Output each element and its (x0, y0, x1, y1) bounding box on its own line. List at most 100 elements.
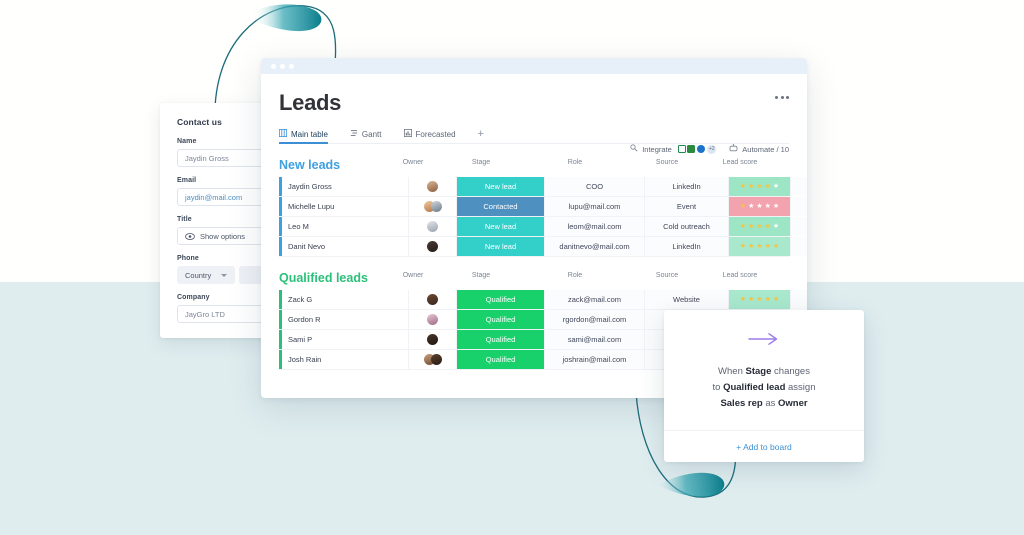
row-role: COO (545, 177, 645, 196)
table-icon (278, 128, 288, 139)
row-name: Sami P (279, 330, 409, 349)
chart-icon (403, 128, 412, 139)
row-stage[interactable]: Qualified (457, 290, 545, 309)
row-name: Leo M (279, 217, 409, 236)
integrate-icon (630, 144, 638, 154)
automation-card-body: When Stage changes to Qualified lead ass… (664, 310, 864, 430)
country-select[interactable]: Country (177, 266, 235, 284)
star-rating: ★ ★ ★ ★ ★ (729, 290, 790, 309)
country-select-value: Country (185, 270, 212, 280)
table-row[interactable]: Danit Nevo New lead danitnevo@mail.com L… (279, 237, 807, 257)
row-owner[interactable] (409, 177, 457, 196)
automation-line-3: Sales rep as Owner (713, 396, 816, 412)
chevron-down-icon (220, 273, 227, 277)
row-stage[interactable]: Qualified (457, 310, 545, 329)
screenshot-root: Contact us Name Jaydin Gross Email jaydi… (0, 0, 1024, 535)
row-stage[interactable]: Qualified (457, 330, 545, 349)
row-stage[interactable]: Qualified (457, 350, 545, 369)
row-role: danitnevo@mail.com (545, 237, 645, 256)
column-header-stage: Stage (471, 272, 491, 279)
row-owner[interactable] (409, 197, 457, 216)
table-row[interactable]: Michelle Lupu Contacted lupu@mail.com Ev… (279, 197, 807, 217)
row-lead-score[interactable]: ★ ★ ★ ★ ★ (729, 197, 791, 216)
star-rating: ★ ★ ★ ★ ★ (729, 237, 790, 256)
add-to-board-button[interactable]: + Add to board (664, 430, 864, 462)
row-lead-score[interactable]: ★ ★ ★ ★ ★ (729, 290, 791, 309)
row-owner[interactable] (409, 290, 457, 309)
row-role: rgordon@mail.com (545, 310, 645, 329)
column-header-lead-score: Lead score (722, 272, 758, 279)
window-dot-minimize[interactable] (280, 63, 285, 69)
row-stage[interactable]: New lead (457, 177, 545, 196)
row-lead-score[interactable]: ★ ★ ★ ★ ★ (729, 217, 791, 236)
automation-line2-bold: Qualified lead (723, 382, 786, 394)
automation-recipe-text: When Stage changes to Qualified lead ass… (713, 364, 816, 411)
column-header-source: Source (655, 159, 679, 166)
more-dot (780, 96, 784, 99)
row-stage[interactable]: New lead (457, 217, 545, 236)
row-role: joshrain@mail.com (545, 350, 645, 369)
row-owner[interactable] (409, 330, 457, 349)
row-source: LinkedIn (645, 177, 729, 196)
stage-pill: Contacted (457, 197, 544, 216)
tab-forecasted-label: Forecasted (415, 129, 456, 139)
window-titlebar (261, 58, 807, 74)
row-owner[interactable] (409, 350, 457, 369)
eye-icon (185, 232, 195, 240)
star-rating: ★ ★ ★ ★ ★ (729, 197, 790, 216)
row-lead-score[interactable]: ★ ★ ★ ★ ★ (729, 237, 791, 256)
stage-pill: New lead (457, 217, 544, 236)
row-source: Website (645, 290, 729, 309)
more-dot (775, 96, 778, 99)
automate-button[interactable]: Automate / 10 (729, 144, 789, 154)
row-source: Event (645, 197, 729, 216)
stage-pill: Qualified (457, 350, 544, 369)
table-row[interactable]: Zack G Qualified zack@mail.com Website ★… (279, 290, 807, 310)
board-header-actions: Integrate +2 Automate / 10 (630, 144, 789, 154)
star-rating: ★ ★ ★ ★ ★ (729, 177, 790, 196)
tab-gantt[interactable]: Gantt (350, 129, 382, 143)
table-row[interactable]: Leo M New lead leom@mail.com Cold outrea… (279, 217, 807, 237)
window-dot-maximize[interactable] (289, 63, 294, 69)
more-options-button[interactable] (775, 96, 789, 99)
row-end-spacer (791, 177, 807, 196)
star-rating: ★ ★ ★ ★ ★ (729, 217, 790, 236)
row-stage[interactable]: Contacted (457, 197, 545, 216)
automation-line2-pre: to (712, 382, 724, 394)
window-dot-close[interactable] (271, 63, 276, 69)
integration-count-badge: +2 (707, 144, 717, 154)
avatar (427, 294, 438, 305)
automation-line2-post: assign (785, 382, 816, 394)
automation-line1-bold: Stage (745, 366, 772, 378)
integration-app-icons: +2 (677, 144, 717, 154)
row-lead-score[interactable]: ★ ★ ★ ★ ★ (729, 177, 791, 196)
row-owner[interactable] (409, 310, 457, 329)
tab-forecasted[interactable]: Forecasted (403, 128, 456, 143)
automation-line3-bold2: Owner (778, 397, 808, 409)
row-name: Gordon R (279, 310, 409, 329)
integrate-button[interactable]: Integrate +2 (630, 144, 717, 154)
page-title: Leads (279, 90, 342, 115)
column-header-source: Source (655, 272, 679, 279)
view-tabs: Main table Gantt Forecasted + (278, 125, 789, 144)
row-owner[interactable] (409, 217, 457, 236)
avatar (430, 354, 442, 365)
row-name: Josh Rain (279, 350, 409, 369)
app-icon-excel (677, 145, 686, 153)
column-header-owner: Owner (402, 272, 424, 279)
add-view-button[interactable]: + (478, 128, 484, 143)
tab-main-table[interactable]: Main table (278, 128, 328, 144)
group-header-row: Qualified leads Owner Stage Role Source … (279, 271, 789, 285)
row-stage[interactable]: New lead (457, 237, 545, 256)
automation-recipe-card: When Stage changes to Qualified lead ass… (664, 310, 864, 462)
avatar (427, 221, 438, 232)
column-header-stage: Stage (471, 159, 491, 166)
stage-pill: Qualified (457, 330, 544, 349)
row-source: LinkedIn (645, 237, 729, 256)
row-owner[interactable] (409, 237, 457, 256)
stage-pill: New lead (457, 177, 544, 196)
automation-line3-mid: as (762, 397, 778, 409)
row-role: leom@mail.com (545, 217, 645, 236)
robot-icon (729, 144, 738, 154)
table-row[interactable]: Jaydin Gross New lead COO LinkedIn ★ ★ ★ ★ ★ (279, 177, 807, 197)
